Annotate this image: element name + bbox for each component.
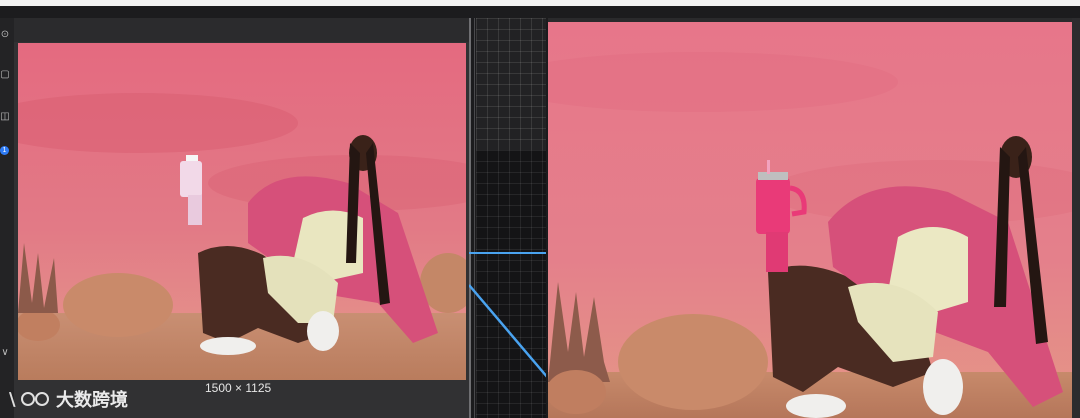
- source-image[interactable]: [18, 43, 466, 380]
- watermark: ∖ 大数跨境: [6, 386, 128, 412]
- tool-1-icon[interactable]: ⊙: [0, 30, 10, 40]
- canvas-grid: [476, 18, 548, 150]
- image-dimensions: 1500 × 1125: [205, 381, 272, 395]
- watermark-logo-icon: ∖: [6, 390, 49, 411]
- result-image[interactable]: [548, 22, 1072, 418]
- watermark-text: 大数跨境: [56, 390, 128, 410]
- layer-badge: 1: [0, 146, 9, 155]
- comparison-connector: [469, 252, 548, 379]
- right-scroll-strip[interactable]: [1072, 18, 1080, 418]
- tool-2-icon[interactable]: ▢: [0, 70, 10, 80]
- top-toolbar: [0, 6, 1080, 18]
- tool-strip: ⊙ ▢ ◫ 1 ∨: [0, 18, 14, 418]
- tool-3-icon[interactable]: ◫: [0, 112, 10, 122]
- left-panel-header: [14, 18, 469, 42]
- svg-text:∖: ∖: [6, 390, 19, 411]
- tool-5-icon[interactable]: ∨: [0, 348, 10, 358]
